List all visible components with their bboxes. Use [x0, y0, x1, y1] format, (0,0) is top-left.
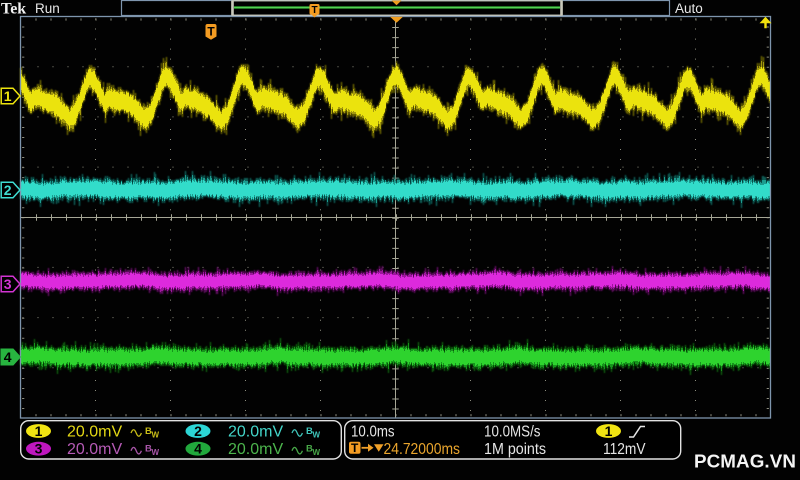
svg-text:2: 2: [4, 182, 12, 198]
svg-text:4: 4: [194, 441, 202, 457]
svg-text:1M points: 1M points: [484, 441, 546, 458]
svg-text:10.0ms: 10.0ms: [351, 424, 395, 441]
svg-text:24.72000ms: 24.72000ms: [384, 441, 461, 458]
svg-text:20.0mV: 20.0mV: [228, 441, 283, 458]
svg-text:W: W: [152, 431, 160, 440]
svg-text:PCMAG.VN: PCMAG.VN: [694, 451, 796, 472]
svg-text:T: T: [207, 25, 215, 39]
svg-text:4: 4: [4, 349, 12, 365]
svg-text:W: W: [152, 448, 160, 457]
svg-text:Run: Run: [35, 1, 60, 16]
svg-text:Auto: Auto: [675, 1, 703, 16]
svg-text:20.0mV: 20.0mV: [67, 424, 122, 441]
svg-text:20.0mV: 20.0mV: [228, 424, 283, 441]
svg-text:1: 1: [605, 423, 613, 439]
svg-text:112mV: 112mV: [603, 441, 646, 458]
svg-text:3: 3: [35, 441, 43, 457]
svg-text:1: 1: [4, 88, 12, 104]
svg-text:W: W: [313, 448, 321, 457]
svg-text:10.0MS/s: 10.0MS/s: [484, 424, 541, 441]
svg-text:T: T: [311, 5, 317, 16]
svg-text:2: 2: [194, 423, 202, 439]
svg-text:T: T: [351, 441, 359, 455]
svg-text:3: 3: [4, 276, 12, 292]
svg-text:20.0mV: 20.0mV: [67, 441, 122, 458]
svg-text:1: 1: [35, 423, 43, 439]
svg-text:Tek: Tek: [1, 1, 26, 18]
svg-text:W: W: [313, 431, 321, 440]
